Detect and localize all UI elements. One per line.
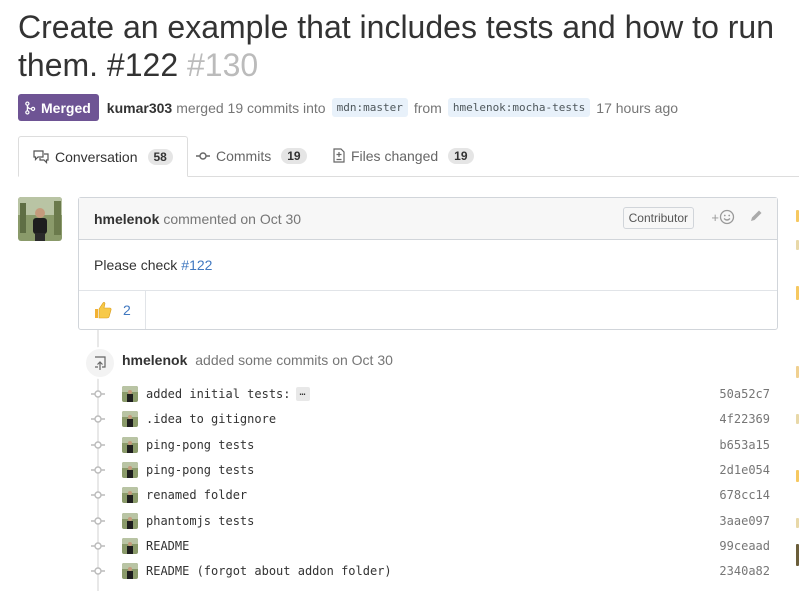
git-merge-icon xyxy=(25,100,36,115)
commit-row: phantomjs tests 3aae097 xyxy=(88,511,778,531)
commit-row: README 99ceaad xyxy=(88,536,778,556)
commit-author-avatar[interactable] xyxy=(122,538,138,554)
commit-author-avatar[interactable] xyxy=(122,411,138,427)
commit-message: ping-pong tests xyxy=(146,463,710,477)
from-text: from xyxy=(413,99,442,116)
pr-tabs: Conversation 58 Commits 19 Files changed… xyxy=(18,136,799,177)
head-branch[interactable]: hmelenok:mocha-tests xyxy=(447,98,591,117)
commit-event-badge xyxy=(84,347,116,379)
tab-files-count: 19 xyxy=(448,147,474,164)
commit-author-avatar[interactable] xyxy=(122,513,138,529)
thumbs-up-reaction[interactable]: 2 xyxy=(79,291,146,329)
commit-message-link[interactable]: renamed folder xyxy=(146,488,247,502)
pencil-icon xyxy=(751,210,762,221)
commits-event-text: hmelenok added some commits on Oct 30 xyxy=(122,352,393,368)
tab-conversation-label: Conversation xyxy=(55,148,138,165)
merge-time: 17 hours ago xyxy=(596,99,679,116)
commit-row: ping-pong tests 2d1e054 xyxy=(88,460,778,480)
base-branch[interactable]: mdn:master xyxy=(331,98,408,117)
commit-row: added initial tests: … 50a52c7 xyxy=(88,384,778,404)
contributor-badge: Contributor xyxy=(622,207,694,229)
repo-push-icon xyxy=(95,355,106,370)
git-commit-icon xyxy=(88,488,108,502)
commit-author-avatar[interactable] xyxy=(122,563,138,579)
commit-message: renamed folder xyxy=(146,488,710,502)
smiley-icon xyxy=(719,209,735,225)
commit-sha[interactable]: 678cc14 xyxy=(710,488,770,502)
commit-message-link[interactable]: ping-pong tests xyxy=(146,438,254,452)
commit-message-link[interactable]: phantomjs tests xyxy=(146,514,254,528)
comment-author[interactable]: hmelenok xyxy=(94,211,159,227)
commit-message: README (forgot about addon folder) xyxy=(146,564,710,578)
comment-body-text: Please check xyxy=(94,257,178,273)
commenter-avatar[interactable] xyxy=(18,197,62,241)
pr-title: Create an example that includes tests an… xyxy=(18,8,799,84)
merge-text: merged 19 commits into xyxy=(176,99,326,116)
commit-sha[interactable]: 2340a82 xyxy=(710,564,770,578)
commit-message-link[interactable]: ping-pong tests xyxy=(146,463,254,477)
thumbs-up-count: 2 xyxy=(123,302,131,318)
issue-link[interactable]: #122 xyxy=(181,257,212,273)
commit-sha[interactable]: 99ceaad xyxy=(710,539,770,553)
comment-header: hmelenok commented on Oct 30 Contributor… xyxy=(79,198,777,240)
commit-row: .idea to gitignore 4f22369 xyxy=(88,409,778,429)
commit-message: phantomjs tests xyxy=(146,514,710,528)
reaction-plus: + xyxy=(711,209,719,225)
commit-author-avatar[interactable] xyxy=(122,437,138,453)
git-commit-icon xyxy=(88,564,108,578)
tab-conversation-count: 58 xyxy=(147,148,173,165)
git-commit-icon xyxy=(88,438,108,452)
commit-message: .idea to gitignore xyxy=(146,412,710,426)
commit-sha[interactable]: b653a15 xyxy=(710,438,770,452)
comment-body: Please check #122 xyxy=(79,240,777,291)
event-action: added some commits on Oct 30 xyxy=(195,352,393,368)
commit-message-link[interactable]: .idea to gitignore xyxy=(146,412,276,426)
commit-message-link[interactable]: README xyxy=(146,539,189,553)
add-reaction-button[interactable]: + xyxy=(711,209,735,225)
commit-message: README xyxy=(146,539,710,553)
commit-author-avatar[interactable] xyxy=(122,487,138,503)
tab-commits-label: Commits xyxy=(216,147,272,164)
merged-label: Merged xyxy=(41,99,91,116)
expand-commit-message-button[interactable]: … xyxy=(295,387,310,402)
tab-conversation[interactable]: Conversation 58 xyxy=(18,136,188,177)
git-commit-icon xyxy=(88,463,108,477)
tab-files-label: Files changed xyxy=(351,147,439,164)
pr-author-link[interactable]: kumar303 xyxy=(107,100,172,116)
commit-row: ping-pong tests b653a15 xyxy=(88,435,778,455)
commit-author-avatar[interactable] xyxy=(122,462,138,478)
pr-number: #130 xyxy=(187,47,259,83)
edit-comment-button[interactable] xyxy=(749,209,763,226)
commit-author-avatar[interactable] xyxy=(122,386,138,402)
reactions-bar: 2 xyxy=(79,291,777,329)
commit-message: added initial tests: … xyxy=(146,387,710,402)
git-commit-icon xyxy=(196,151,210,160)
tab-files-changed[interactable]: Files changed 19 xyxy=(333,136,474,175)
comment-box: hmelenok commented on Oct 30 Contributor… xyxy=(78,197,778,330)
tab-commits-count: 19 xyxy=(281,147,307,164)
commit-sha[interactable]: 50a52c7 xyxy=(710,387,770,401)
commit-sha[interactable]: 4f22369 xyxy=(710,412,770,426)
commit-sha[interactable]: 2d1e054 xyxy=(710,463,770,477)
commit-message-link[interactable]: added initial tests: xyxy=(146,387,291,401)
thumbs-up-icon xyxy=(95,302,112,319)
git-commit-icon xyxy=(88,412,108,426)
merged-state-badge: Merged xyxy=(18,94,99,121)
git-commit-icon xyxy=(88,539,108,553)
diff-icon xyxy=(333,148,345,163)
commit-row: README (forgot about addon folder) 2340a8… xyxy=(88,561,778,581)
comment-action[interactable]: commented on Oct 30 xyxy=(163,211,301,227)
git-commit-icon xyxy=(88,387,108,401)
pr-title-text: Create an example that includes tests an… xyxy=(18,9,774,45)
tab-commits[interactable]: Commits 19 xyxy=(196,136,307,175)
git-commit-icon xyxy=(88,514,108,528)
commit-message-link[interactable]: README (forgot about addon folder) xyxy=(146,564,392,578)
commit-row: renamed folder 678cc14 xyxy=(88,485,778,505)
event-author[interactable]: hmelenok xyxy=(122,352,187,368)
comment-discussion-icon xyxy=(33,149,49,164)
pr-meta: Merged kumar303 merged 19 commits into m… xyxy=(18,94,678,121)
commit-message: ping-pong tests xyxy=(146,438,710,452)
pr-title-text-line2: them. #122 xyxy=(18,47,179,83)
commit-sha[interactable]: 3aae097 xyxy=(710,514,770,528)
